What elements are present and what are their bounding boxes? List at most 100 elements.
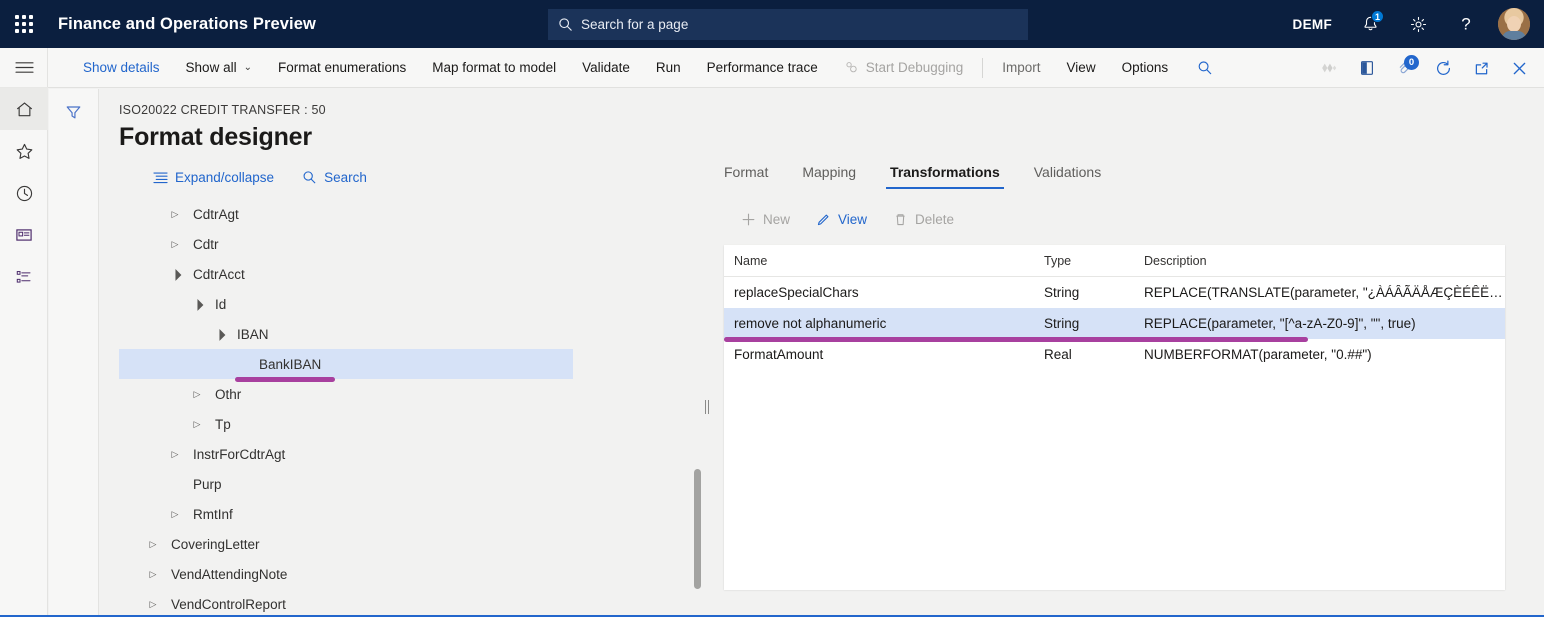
tree-item-label: VendAttendingNote: [171, 567, 287, 582]
table-row[interactable]: replaceSpecialCharsStringREPLACE(TRANSLA…: [724, 277, 1505, 308]
star-icon: [14, 141, 35, 162]
tree-item-instrforcdtragt[interactable]: ▷InstrForCdtrAgt: [119, 439, 709, 469]
tree-item-vendattendingnote[interactable]: ▷ VendAttendingNote: [119, 559, 709, 589]
tab-mapping[interactable]: Mapping: [785, 155, 873, 189]
sidebar-item-workspaces[interactable]: [0, 214, 48, 256]
sidebar-item-modules[interactable]: [0, 256, 48, 298]
table-row[interactable]: remove not alphanumericStringREPLACE(par…: [724, 308, 1505, 339]
tab-label: Validations: [1034, 164, 1101, 180]
popout-button[interactable]: [1462, 48, 1500, 88]
start-debugging-button: Start Debugging: [831, 48, 977, 88]
list-icon: [14, 267, 34, 287]
tree-vertical-scrollbar[interactable]: [694, 469, 701, 589]
column-header-name[interactable]: Name: [724, 254, 1034, 268]
top-navigation-bar: Finance and Operations Preview Search fo…: [0, 0, 1544, 48]
tree-item-rmtinf[interactable]: ▷ RmtInf: [119, 499, 709, 529]
refresh-button[interactable]: [1424, 48, 1462, 88]
cell-type: String: [1034, 316, 1134, 331]
page-title: Format designer: [119, 123, 1544, 152]
tree-item-vendcontrolreport[interactable]: ▷VendControlReport: [119, 589, 709, 617]
new-button: New: [728, 205, 803, 233]
chevron-down-icon: ⌄: [244, 62, 252, 73]
view-menu-button[interactable]: View: [1054, 48, 1109, 88]
filter-icon[interactable]: [64, 103, 83, 122]
detail-panel: FormatMappingTransformationsValidations …: [724, 149, 1524, 590]
close-button[interactable]: [1500, 48, 1538, 88]
column-header-type[interactable]: Type: [1034, 254, 1134, 268]
delete-button: Delete: [880, 205, 967, 233]
chevron-right-icon[interactable]: ▷: [187, 419, 207, 430]
sidebar-item-home[interactable]: [0, 88, 48, 130]
tree-item-iban[interactable]: ◢IBAN: [119, 319, 709, 349]
run-button[interactable]: Run: [643, 48, 694, 88]
chevron-right-icon[interactable]: ▷: [165, 449, 185, 460]
tree-item-cdtr[interactable]: ▷ Cdtr: [119, 229, 709, 259]
home-icon: [14, 99, 35, 120]
plus-icon: [741, 212, 756, 227]
tree-item-bankiban[interactable]: BankIBAN: [119, 349, 573, 379]
question-mark-icon: ?: [1456, 14, 1476, 34]
chevron-right-icon[interactable]: ▷: [165, 239, 185, 250]
tab-label: Mapping: [802, 164, 856, 180]
tree-item-tp[interactable]: ▷Tp: [119, 409, 709, 439]
performance-trace-button[interactable]: Performance trace: [694, 48, 831, 88]
tree-item-id[interactable]: ◢Id: [119, 289, 709, 319]
format-enumerations-button[interactable]: Format enumerations: [265, 48, 419, 88]
panel-splitter[interactable]: [705, 400, 710, 414]
help-button[interactable]: ?: [1442, 0, 1490, 48]
filter-strip: [49, 89, 99, 617]
open-in-office-button[interactable]: [1348, 48, 1386, 88]
settings-button[interactable]: [1394, 0, 1442, 48]
show-details-button[interactable]: Show details: [70, 48, 173, 88]
tree-search-button[interactable]: Search: [302, 170, 367, 185]
tree-item-coveringletter[interactable]: ▷CoveringLetter: [119, 529, 709, 559]
chevron-down-icon[interactable]: ◢: [185, 292, 208, 315]
tab-transformations[interactable]: Transformations: [873, 155, 1017, 189]
chevron-right-icon[interactable]: ▷: [187, 389, 207, 400]
column-header-description[interactable]: Description: [1134, 254, 1505, 268]
tree-item-label: RmtInf: [193, 507, 233, 522]
cell-name: remove not alphanumeric: [724, 316, 1034, 331]
chevron-right-icon[interactable]: ▷: [143, 599, 163, 610]
show-all-dropdown[interactable]: Show all ⌄: [173, 48, 265, 88]
chevron-right-icon[interactable]: ▷: [165, 209, 185, 220]
sidebar-item-favorites[interactable]: [0, 130, 48, 172]
company-selector[interactable]: DEMF: [1279, 0, 1346, 48]
tree-item-cdtragt[interactable]: ▷CdtrAgt: [119, 199, 709, 229]
clock-icon: [14, 183, 35, 204]
map-format-to-model-button[interactable]: Map format to model: [419, 48, 569, 88]
page-content: ISO20022 CREDIT TRANSFER : 50 Format des…: [99, 89, 1544, 617]
tab-validations[interactable]: Validations: [1017, 155, 1118, 189]
tree-item-label: CdtrAcct: [193, 267, 245, 282]
tree-item-label: Purp: [193, 477, 222, 492]
chevron-right-icon[interactable]: ▷: [143, 539, 163, 550]
chevron-down-icon[interactable]: ◢: [207, 322, 230, 345]
notifications-button[interactable]: 1: [1346, 0, 1394, 48]
table-row[interactable]: FormatAmountRealNUMBERFORMAT(parameter, …: [724, 339, 1505, 370]
toolbar-search-button[interactable]: [1181, 48, 1229, 88]
global-search-box[interactable]: Search for a page: [548, 9, 1028, 40]
chevron-right-icon[interactable]: ▷: [143, 569, 163, 580]
trash-icon: [893, 212, 908, 227]
options-menu-button[interactable]: Options: [1109, 48, 1182, 88]
expand-collapse-button[interactable]: Expand/collapse: [153, 170, 274, 185]
app-launcher-icon[interactable]: [0, 0, 48, 48]
chevron-down-icon[interactable]: ◢: [163, 262, 186, 285]
tab-format[interactable]: Format: [724, 155, 785, 189]
tree-item-othr[interactable]: ▷Othr: [119, 379, 709, 409]
validate-button[interactable]: Validate: [569, 48, 643, 88]
tree-item-purp[interactable]: Purp: [119, 469, 709, 499]
tree-item-label: Cdtr: [193, 237, 219, 252]
chevron-right-icon[interactable]: ▷: [165, 509, 185, 520]
user-avatar[interactable]: [1498, 8, 1530, 40]
personalize-button[interactable]: [1310, 48, 1348, 88]
search-icon: [1197, 60, 1213, 76]
app-window: Finance and Operations Preview Search fo…: [0, 0, 1544, 617]
import-button[interactable]: Import: [989, 48, 1053, 88]
hamburger-menu-button[interactable]: [0, 48, 48, 88]
workspace-icon: [14, 225, 34, 245]
view-button[interactable]: View: [803, 205, 880, 233]
sidebar-item-recent[interactable]: [0, 172, 48, 214]
tree-item-cdtracct[interactable]: ◢ CdtrAcct: [119, 259, 709, 289]
attachments-button[interactable]: 0: [1386, 48, 1424, 88]
